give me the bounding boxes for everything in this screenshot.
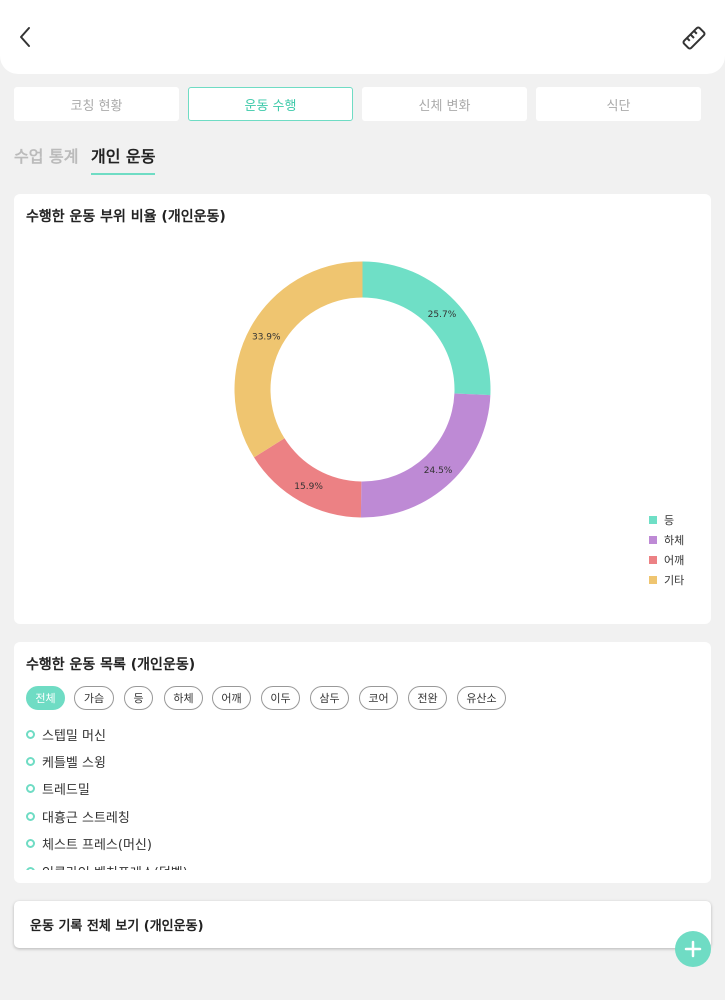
exercise-name: 대흉근 스트레칭 — [42, 810, 130, 826]
filter-chip[interactable]: 유산소 — [457, 686, 506, 710]
chart-legend: 등하체어깨기타 — [649, 510, 684, 590]
exercise-list: 스텝밀 머신케틀벨 스윙트레드밀대흉근 스트레칭체스트 프레스(머신) 인클라인 … — [14, 722, 711, 870]
exercise-list-item[interactable]: 스텝밀 머신 — [26, 723, 106, 745]
view-all-exercise-records-button[interactable]: 운동 기록 전체 보기 (개인운동) — [14, 901, 711, 948]
donut-slice-label: 24.5% — [424, 466, 453, 476]
legend-swatch — [649, 536, 657, 544]
bullet-icon — [26, 729, 35, 739]
add-button[interactable] — [675, 931, 711, 967]
filter-chip[interactable]: 이두 — [261, 686, 300, 710]
donut-slice-2 — [253, 438, 362, 518]
filter-chip[interactable]: 전완 — [408, 686, 447, 710]
exercise-ratio-donut-chart: 25.7% 24.5% 15.9% 33.9% — [234, 261, 491, 518]
tab-exercise-performance[interactable]: 운동 수행 — [188, 87, 353, 121]
ruler-icon — [682, 26, 706, 50]
bullet-icon — [26, 756, 35, 766]
donut-slice-label: 33.9% — [252, 333, 281, 343]
exercise-list-item[interactable]: 케틀벨 스윙 — [26, 750, 106, 772]
exercise-name: 스텝밀 머신 — [42, 728, 106, 744]
legend-item: 어깨 — [649, 550, 684, 570]
ratio-card-title: 수행한 운동 부위 비율 (개인운동) — [26, 209, 226, 225]
legend-item: 기타 — [649, 570, 684, 590]
main-tabs: 코칭 현황 운동 수행 신체 변화 식단 — [14, 87, 702, 121]
legend-label: 기타 — [664, 574, 685, 587]
bullet-icon — [26, 784, 35, 794]
exercise-list-item[interactable]: 트레드밀 — [26, 778, 90, 800]
back-button[interactable] — [14, 24, 38, 50]
filter-chip[interactable]: 코어 — [359, 686, 398, 710]
filter-chip[interactable]: 어깨 — [212, 686, 251, 710]
exercise-list-item[interactable]: 대흉근 스트레칭 — [26, 805, 130, 827]
subtab-class-stats[interactable]: 수업 통계 — [14, 143, 78, 167]
bullet-icon — [26, 839, 35, 849]
legend-label: 등 — [664, 514, 675, 527]
ruler-button[interactable] — [680, 24, 708, 52]
bullet-icon — [26, 866, 35, 870]
donut-slice-3 — [234, 261, 363, 458]
legend-item: 하체 — [649, 530, 684, 550]
donut-slice-0 — [362, 261, 491, 396]
tab-coaching-status[interactable]: 코칭 현황 — [14, 87, 179, 121]
exercise-name: 체스트 프레스(머신) — [42, 838, 152, 854]
tab-diet[interactable]: 식단 — [536, 87, 701, 121]
app-header — [0, 0, 725, 74]
legend-label: 어깨 — [664, 554, 685, 567]
exercise-list-item[interactable]: 체스트 프레스(머신) — [26, 833, 152, 855]
exercise-list-item[interactable]: 인클라인 벤치프레스(덤벨) — [26, 860, 188, 870]
legend-swatch — [649, 576, 657, 584]
chevron-left-icon — [20, 27, 30, 47]
tab-body-change[interactable]: 신체 변화 — [362, 87, 527, 121]
bullet-icon — [26, 811, 35, 821]
list-card-title: 수행한 운동 목록 (개인운동) — [26, 657, 196, 673]
exercise-name: 케틀벨 스윙 — [42, 755, 106, 771]
filter-chip[interactable]: 전체 — [26, 686, 65, 710]
exercise-name: 트레드밀 — [42, 783, 90, 799]
donut-slice-label: 25.7% — [428, 310, 457, 320]
filter-chip[interactable]: 등 — [124, 686, 153, 710]
legend-swatch — [649, 556, 657, 564]
legend-item: 등 — [649, 510, 684, 530]
filter-chip[interactable]: 삼두 — [310, 686, 349, 710]
plus-icon — [684, 940, 702, 958]
donut-slice-1 — [360, 393, 491, 518]
exercise-name: 인클라인 벤치프레스(덤벨) — [42, 862, 188, 871]
filter-chip[interactable]: 가슴 — [74, 686, 114, 710]
legend-label: 하체 — [664, 534, 685, 547]
filter-chip[interactable]: 하체 — [164, 686, 203, 710]
donut-slice-label: 15.9% — [294, 482, 323, 492]
subtab-personal-exercise[interactable]: 개인 운동 — [91, 143, 156, 175]
legend-swatch — [649, 516, 657, 524]
